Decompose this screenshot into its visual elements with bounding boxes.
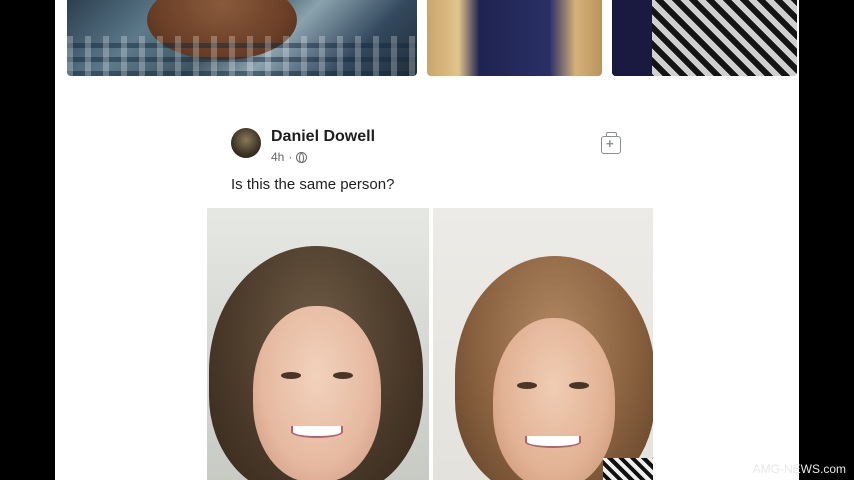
post-caption: Is this the same person? — [231, 176, 395, 193]
watermark: AMG-NEWS.com — [752, 462, 846, 476]
feed-screen: Daniel Dowell 4h · Is this the same pers… — [55, 0, 799, 480]
globe-icon — [296, 151, 308, 163]
photo-detail — [603, 458, 653, 480]
photo-tile[interactable] — [67, 0, 417, 76]
meta-separator: · — [288, 150, 293, 164]
post-photos — [207, 208, 653, 480]
post-card: Daniel Dowell 4h · Is this the same pers… — [207, 118, 653, 480]
save-post-icon[interactable] — [601, 132, 621, 154]
post-meta: 4h · — [271, 150, 308, 164]
previous-post-photos — [67, 0, 797, 76]
photo-shadow — [612, 0, 652, 76]
photo-subject-face — [493, 318, 615, 480]
post-photo-left[interactable] — [207, 208, 429, 480]
photo-detail — [569, 382, 589, 389]
photo-detail — [333, 372, 353, 379]
photo-tile[interactable] — [612, 0, 797, 76]
post-photo-right[interactable] — [433, 208, 653, 480]
photo-detail — [291, 426, 343, 438]
photo-detail — [525, 436, 581, 448]
post-time[interactable]: 4h — [271, 150, 284, 164]
photo-pattern — [67, 36, 417, 76]
photo-detail — [517, 382, 537, 389]
post-author[interactable]: Daniel Dowell — [271, 128, 375, 146]
avatar[interactable] — [231, 128, 261, 158]
photo-tile[interactable] — [427, 0, 602, 76]
photo-subject-face — [253, 306, 381, 480]
photo-detail — [281, 372, 301, 379]
